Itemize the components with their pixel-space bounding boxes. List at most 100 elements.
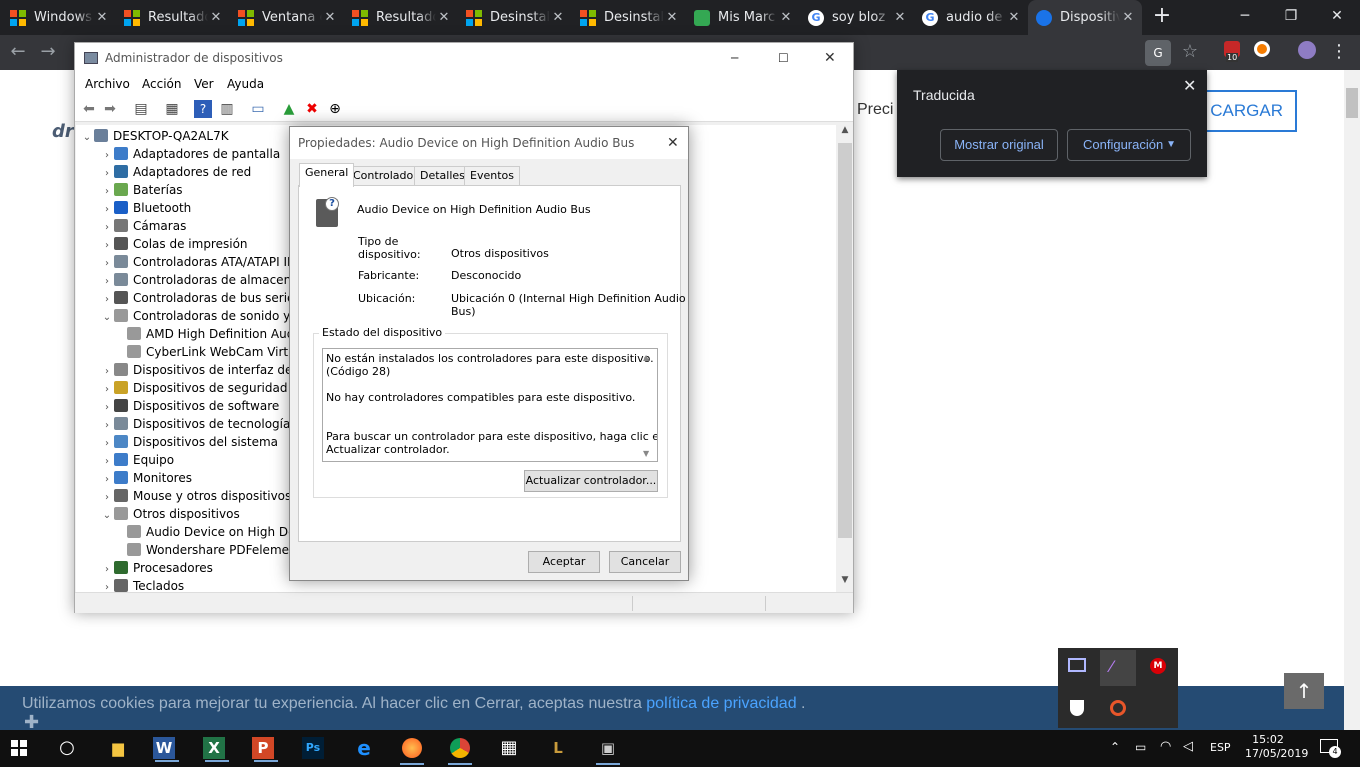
powerpoint-icon[interactable]: P [252, 737, 278, 762]
translate-icon[interactable]: G [1145, 40, 1171, 66]
restore-button[interactable]: ❐ [1268, 0, 1314, 35]
update-driver-icon[interactable]: ▲ [280, 100, 298, 118]
scroll-up-icon[interactable]: ▲ [643, 351, 649, 364]
properties-icon[interactable]: ▦ [163, 100, 181, 118]
profile-avatar-icon[interactable] [1295, 41, 1319, 65]
language-indicator[interactable]: ESP [1210, 741, 1231, 754]
chrome-icon[interactable] [446, 734, 474, 765]
tab-controlador[interactable]: Controlador [347, 166, 424, 186]
translate-close-icon[interactable]: ✕ [1183, 76, 1196, 95]
extension-icon[interactable]: 10 [1220, 41, 1244, 65]
back-arrow-icon[interactable]: ← [6, 41, 30, 65]
tree-item[interactable]: › Dispositivos de seguridad [100, 379, 287, 397]
forward-arrow-icon[interactable]: → [36, 41, 60, 65]
menu-ayuda[interactable]: Ayuda [227, 77, 264, 91]
excel-icon[interactable]: X [203, 737, 229, 762]
tree-item[interactable]: › Procesadores [100, 559, 213, 577]
tree-item[interactable]: › Teclados [100, 577, 184, 592]
minimize-button[interactable]: ─ [1222, 0, 1268, 35]
chevron-up-icon[interactable]: ⌃ [1110, 740, 1120, 754]
new-tab-button[interactable]: + [1150, 5, 1174, 29]
word-icon[interactable]: W [153, 737, 179, 762]
back-to-top-button[interactable]: ↑ [1284, 673, 1324, 709]
firefox-icon[interactable] [398, 734, 426, 765]
tree-item[interactable]: › Cámaras [100, 217, 186, 235]
scroll-down-icon[interactable]: ▼ [837, 575, 853, 585]
start-button[interactable] [5, 734, 33, 762]
device-tree-scrollbar[interactable]: ▲ ▼ [837, 125, 853, 592]
tree-item[interactable]: › Bluetooth [100, 199, 191, 217]
privacy-policy-link[interactable]: política de privacidad [646, 695, 796, 712]
chevron-down-icon[interactable]: ⌄ [100, 309, 114, 327]
calculator-icon[interactable]: ▦ [495, 734, 523, 762]
tree-item[interactable]: › Monitores [100, 469, 192, 487]
uninstall-icon[interactable]: ✖ [303, 100, 321, 118]
tree-item[interactable]: › Controladoras ATA/ATAPI IDE [100, 253, 304, 271]
tab-close-icon[interactable]: ✕ [94, 10, 110, 25]
back-icon[interactable]: ⬅ [80, 100, 98, 118]
menu-archivo[interactable]: Archivo [85, 77, 130, 91]
tree-item[interactable]: › Dispositivos de software [100, 397, 279, 415]
file-explorer-icon[interactable]: ▆ [104, 734, 132, 762]
tree-item[interactable]: › Equipo [100, 451, 174, 469]
tab-general[interactable]: General [299, 163, 355, 187]
tab-close-icon[interactable]: ✕ [322, 10, 338, 25]
wifi-icon[interactable]: ◠ [1160, 739, 1171, 754]
device-manager-taskbar-icon[interactable]: ▣ [594, 734, 622, 765]
tree-item[interactable]: › Adaptadores de pantalla [100, 145, 280, 163]
tree-item[interactable]: › Dispositivos del sistema [100, 433, 278, 451]
browser-tab[interactable]: Gaudio de ✕ [914, 0, 1028, 35]
tab-eventos[interactable]: Eventos [464, 166, 520, 186]
browser-tab[interactable]: Desinstal ✕ [572, 0, 686, 35]
ok-button[interactable]: Aceptar [528, 551, 600, 573]
tab-close-icon[interactable]: ✕ [1120, 10, 1136, 25]
browser-tab[interactable]: Dispositiv ✕ [1028, 0, 1142, 35]
tree-item[interactable]: › Adaptadores de red [100, 163, 251, 181]
view-icon[interactable]: ▥ [218, 100, 236, 118]
browser-tab[interactable]: Desinstal ✕ [458, 0, 572, 35]
mega-icon[interactable]: M [1150, 658, 1166, 674]
browser-tab[interactable]: Resultado ✕ [344, 0, 458, 35]
volume-muted-icon[interactable]: ◁ [1183, 739, 1193, 754]
update-driver-button[interactable]: Actualizar controlador... [524, 470, 658, 492]
battery-icon[interactable]: ▭ [1135, 740, 1146, 754]
clock[interactable]: 15:02 17/05/2019 [1245, 733, 1308, 761]
dm-close-button[interactable]: ✕ [824, 43, 836, 74]
browser-tab[interactable]: Ventana e ✕ [230, 0, 344, 35]
chevron-down-icon[interactable]: ⌄ [100, 507, 114, 525]
browser-tab[interactable]: Gsoy bloz ✕ [800, 0, 914, 35]
page-scrollbar[interactable] [1344, 70, 1360, 730]
tab-close-icon[interactable]: ✕ [1006, 10, 1022, 25]
disable-device-icon[interactable]: ⊕ [326, 100, 344, 118]
tab-detalles[interactable]: Detalles [414, 166, 471, 186]
show-original-button[interactable]: Mostrar original [940, 129, 1058, 161]
ccleaner-icon[interactable] [1110, 700, 1126, 716]
chevron-right-icon[interactable]: › [100, 579, 114, 592]
show-hide-tree-icon[interactable]: ▤ [132, 100, 150, 118]
display-icon[interactable] [1068, 658, 1086, 672]
security-shield-icon[interactable] [1070, 700, 1084, 716]
tree-item[interactable]: Wondershare PDFelement [119, 541, 301, 559]
scroll-down-icon[interactable]: ▼ [643, 447, 649, 460]
edge-icon[interactable]: e [350, 734, 378, 762]
cancel-button[interactable]: Cancelar [609, 551, 681, 573]
browser-tab[interactable]: Windows ✕ [2, 0, 116, 35]
scroll-up-icon[interactable]: ▲ [837, 125, 853, 135]
tab-close-icon[interactable]: ✕ [550, 10, 566, 25]
photoshop-icon[interactable]: Ps [302, 737, 324, 759]
dm-maximize-button[interactable]: ☐ [778, 43, 789, 74]
browser-tab[interactable]: Mis Marc ✕ [686, 0, 800, 35]
feather-icon[interactable]: ⁄ [1100, 650, 1136, 686]
scroll-thumb[interactable] [838, 143, 852, 538]
dm-minimize-button[interactable]: ─ [731, 43, 738, 74]
scan-hardware-icon[interactable]: ▭ [249, 100, 267, 118]
action-center-icon[interactable]: 4 [1320, 739, 1341, 758]
translate-settings-button[interactable]: Configuración ▼ [1067, 129, 1191, 161]
screenshot-extension-icon[interactable] [1250, 41, 1274, 65]
browser-tab[interactable]: Resultado ✕ [116, 0, 230, 35]
chrome-menu-icon[interactable]: ⋮ [1327, 41, 1351, 65]
close-button[interactable]: ✕ [1314, 0, 1360, 35]
forward-icon[interactable]: ➡ [101, 100, 119, 118]
tab-close-icon[interactable]: ✕ [436, 10, 452, 25]
tree-item[interactable]: › Baterías [100, 181, 183, 199]
